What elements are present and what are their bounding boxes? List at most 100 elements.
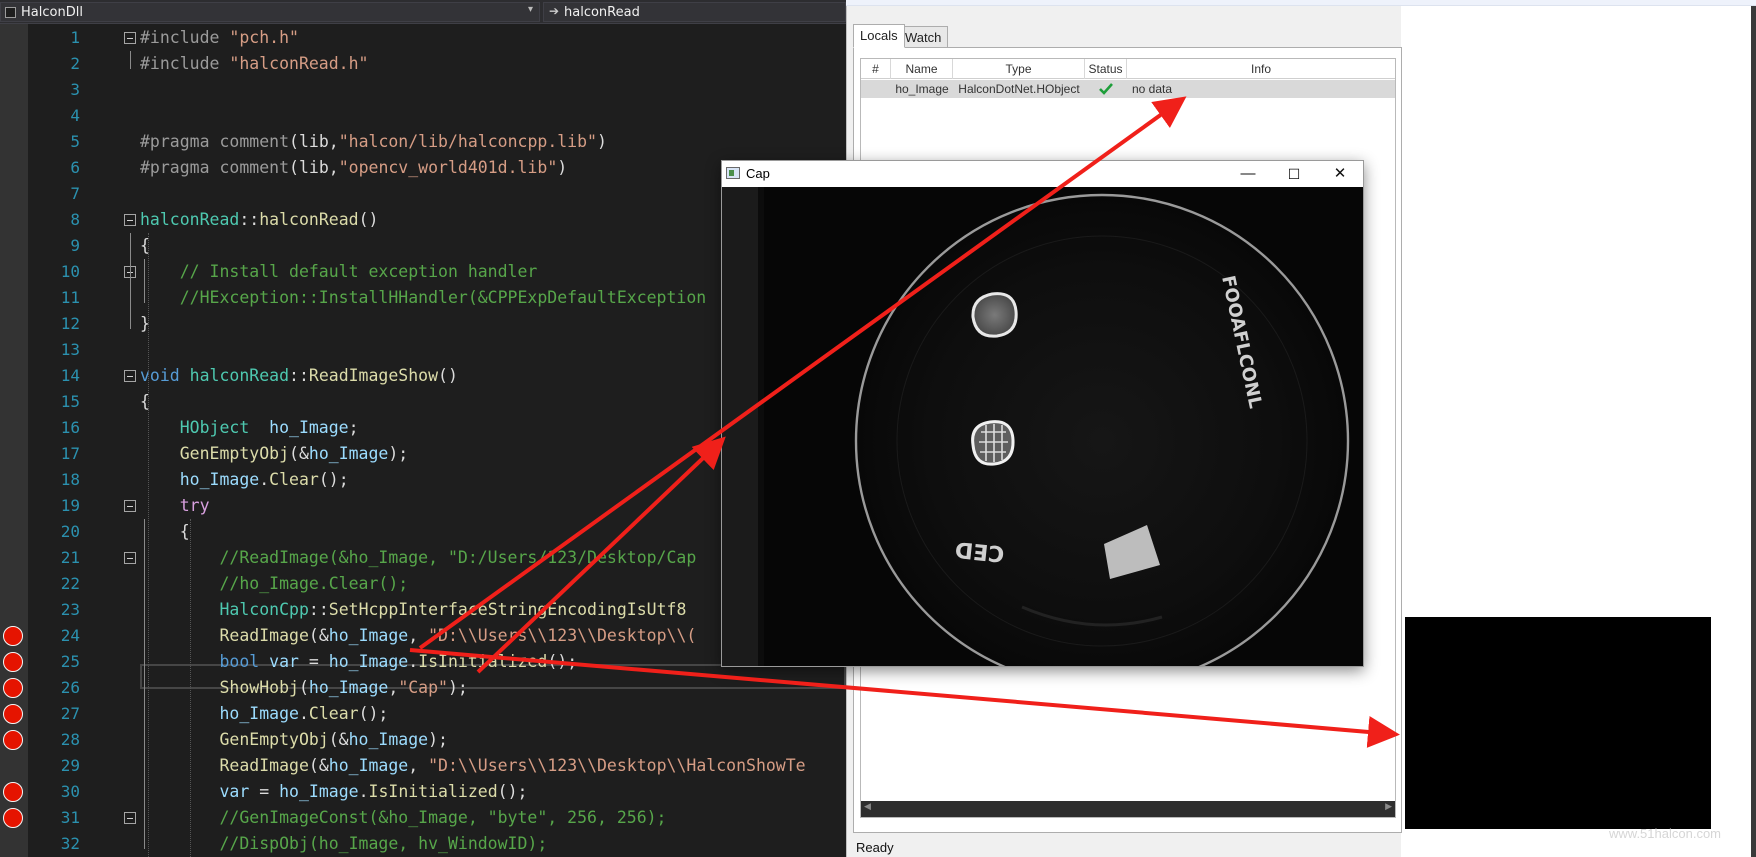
code-token: SetHcppInterfaceStringEncodingIsUtf8 [328,600,687,619]
code-token: (lib, [289,158,339,177]
breakpoint-icon[interactable] [3,808,23,828]
column-header-type[interactable]: Type [953,59,1085,79]
code-token: ho_Image [308,444,389,463]
column-header-status[interactable]: Status [1085,59,1127,79]
minimize-button[interactable]: — [1225,161,1271,187]
line-number: 12 [60,314,80,333]
column-header-number[interactable]: # [861,59,891,79]
code-token: Clear [269,470,319,489]
code-token: . [259,470,270,489]
cell-status [1085,80,1127,98]
code-token: ReadImage [140,756,309,775]
line-number: 10 [60,262,80,281]
code-token: ho_Image [140,470,260,489]
window-app-icon [726,167,740,179]
code-token: GenEmptyObj [140,444,290,463]
fold-toggle-icon[interactable] [124,214,136,226]
cell-number [861,80,891,98]
code-line[interactable]: #include "halconRead.h" [140,51,846,77]
code-token: "halcon/lib/halconcpp.lib" [338,132,597,151]
scroll-left-icon[interactable]: ◀ [864,802,871,812]
check-icon [1099,83,1113,95]
code-token: ( [298,678,309,697]
line-number: 29 [60,756,80,775]
maximize-button[interactable]: ☐ [1271,161,1317,187]
code-token: #include [140,54,230,73]
fold-toggle-icon[interactable] [124,500,136,512]
scroll-right-icon[interactable]: ▶ [1385,802,1392,812]
breakpoint-icon[interactable] [3,652,23,672]
fold-toggle-icon[interactable] [124,552,136,564]
code-token: //ReadImage(&ho_Image, "D:/Users/123/Des… [140,548,697,567]
line-number: 24 [60,626,80,645]
line-number: 20 [60,522,80,541]
code-line[interactable]: //DispObj(ho_Image, hv_WindowID); [140,831,846,857]
code-line[interactable]: #pragma comment(lib,"halcon/lib/halconcp… [140,129,846,155]
code-token: comment [219,132,290,151]
code-token: () [358,210,379,229]
tab-watch[interactable]: Watch [898,26,949,48]
code-token: . [358,782,369,801]
line-number: 22 [60,574,80,593]
cap-window[interactable]: Cap — ☐ ✕ CED FOOAFLCONL [721,160,1364,689]
code-token: try [140,496,210,515]
code-token: Clear [308,704,359,723]
close-button[interactable]: ✕ [1317,161,1363,187]
cap-image: CED FOOAFLCONL [722,187,1363,689]
column-header-info[interactable]: Info [1127,59,1395,79]
code-line[interactable]: ReadImage(&ho_Image, "D:\\Users\\123\\De… [140,753,846,779]
breakpoint-icon[interactable] [3,782,23,802]
line-number: 21 [60,548,80,567]
line-number: 4 [70,106,80,125]
code-line[interactable]: ho_Image.Clear(); [140,701,846,727]
code-line[interactable]: #include "pch.h" [140,25,846,51]
code-token: :: [289,366,309,385]
code-line[interactable]: ShowHobj(ho_Image,"Cap"); [140,675,846,701]
code-line[interactable]: //GenImageConst(&ho_Image, "byte", 256, … [140,805,846,831]
project-dropdown-label: HalconDll [21,5,83,20]
line-number: 16 [60,418,80,437]
code-token: HalconCpp [140,600,309,619]
code-token: //HException::InstallHHandler(&CPPExpDef… [140,288,707,307]
breakpoint-icon[interactable] [3,704,23,724]
column-header-name[interactable]: Name [891,59,953,79]
code-line[interactable]: GenEmptyObj(&ho_Image); [140,727,846,753]
fold-toggle-icon[interactable] [124,812,136,824]
breakpoint-icon[interactable] [3,730,23,750]
line-number: 7 [70,184,80,203]
code-token: ; [348,418,359,437]
editor-navigation-bar: HalconDll ▾ ➔ halconRead [0,0,846,24]
line-number: 2 [70,54,80,73]
code-line[interactable] [140,103,846,129]
code-line[interactable]: var = ho_Image.IsInitialized(); [140,779,846,805]
breakpoint-icon[interactable] [3,626,23,646]
code-token: (& [328,730,349,749]
breakpoint-margin[interactable] [0,24,28,857]
code-token: //ho_Image.Clear(); [140,574,409,593]
cap-title-bar[interactable]: Cap — ☐ ✕ [722,161,1363,187]
code-token: ReadImageShow [308,366,439,385]
tab-locals[interactable]: Locals [853,24,905,48]
bottle-cap-image: CED FOOAFLCONL [722,187,1363,689]
window-edge [1751,6,1756,857]
line-number: 25 [60,652,80,671]
table-row[interactable]: ho_Image HalconDotNet.HObject no data [861,80,1395,98]
fold-toggle-icon[interactable] [124,370,136,382]
code-token: (); [318,470,349,489]
code-token: "pch.h" [229,28,299,47]
line-number: 17 [60,444,80,463]
code-token: "D:\\Users\\123\\Desktop\\( [428,626,697,645]
code-token: var [269,652,299,671]
code-token: comment [219,158,290,177]
code-token: , [388,678,399,697]
project-dropdown[interactable]: HalconDll ▾ [0,2,540,22]
code-token: (& [308,626,329,645]
line-number: 1 [70,28,80,47]
horizontal-scrollbar[interactable]: ◀ ▶ [861,801,1395,817]
scope-dropdown[interactable]: ➔ halconRead [543,2,846,22]
breakpoint-icon[interactable] [3,678,23,698]
line-number: 15 [60,392,80,411]
line-number: 14 [60,366,80,385]
fold-toggle-icon[interactable] [124,32,136,44]
code-line[interactable] [140,77,846,103]
